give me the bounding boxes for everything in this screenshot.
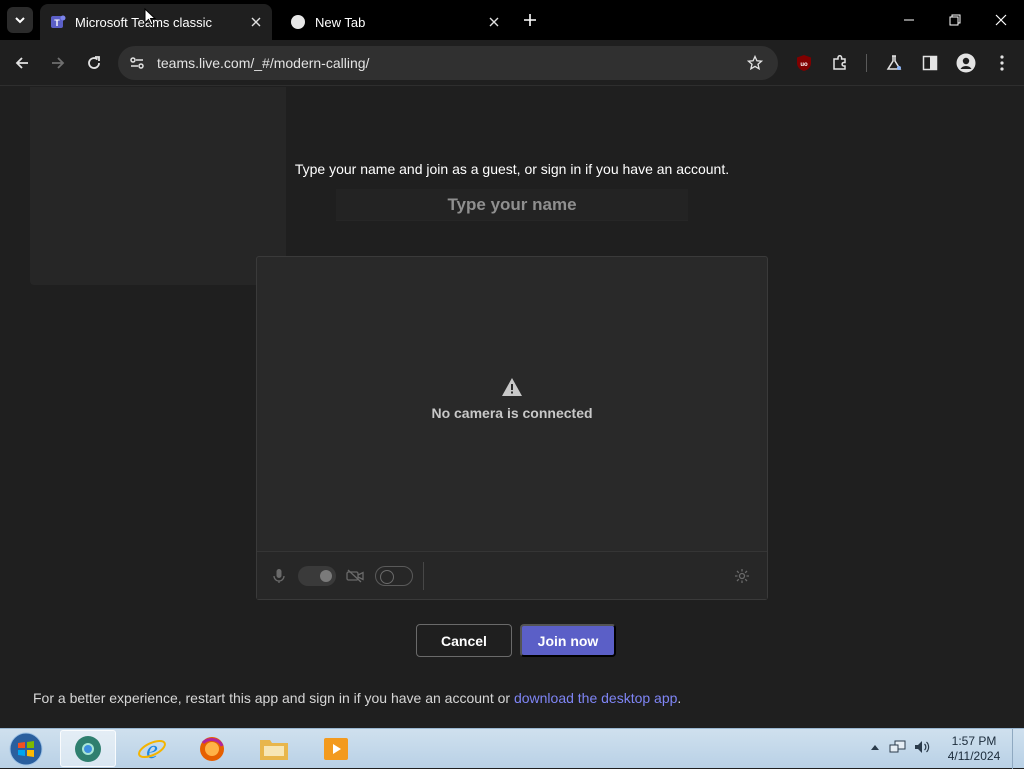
chrome-icon [75,735,101,762]
browser-tab-strip: T Microsoft Teams classic New Tab [0,0,1024,40]
network-icon[interactable] [889,738,907,756]
labs-button[interactable] [880,49,908,77]
tab-title: Microsoft Teams classic [75,14,213,30]
clock-date: 4/11/2024 [947,749,1001,763]
new-tab-button[interactable] [518,8,542,32]
guest-name-input[interactable] [336,189,688,221]
teams-icon: T [51,15,66,28]
video-preview: No camera is connected [256,256,768,600]
ublock-icon: uo [797,55,811,71]
svg-text:T: T [54,18,60,28]
close-tab-icon[interactable] [246,12,266,32]
restore-icon [949,14,961,26]
toolbar-divider [866,54,867,72]
close-window-button[interactable] [978,0,1024,40]
close-icon [995,14,1007,26]
profile-button[interactable] [952,49,980,77]
flask-icon [886,55,902,70]
plus-icon [524,14,536,26]
taskbar-firefox[interactable] [184,730,240,767]
browser-toolbar: teams.live.com/_#/modern-calling/ uo [0,40,1024,86]
device-controls [257,551,767,599]
taskbar-file-explorer[interactable] [246,730,302,767]
menu-button[interactable] [988,49,1016,77]
side-panel-icon [922,55,938,71]
address-bar[interactable]: teams.live.com/_#/modern-calling/ [118,46,778,80]
join-now-button[interactable]: Join now [520,624,616,657]
fading-popup [30,87,286,285]
no-camera-text: No camera is connected [431,405,593,421]
forward-button[interactable] [44,49,72,77]
taskbar-clock[interactable]: 1:57 PM 4/11/2024 [942,734,1006,764]
footer-text: For a better experience, restart this ap… [33,690,514,706]
microphone-toggle[interactable] [298,566,336,586]
ublock-extension-button[interactable]: uo [790,49,818,77]
reload-button[interactable] [80,49,108,77]
taskbar-chrome-app[interactable] [60,730,116,767]
taskbar-media-player[interactable] [308,730,364,767]
controls-divider [423,562,424,590]
avatar-icon [956,53,976,73]
warning-icon [502,378,522,396]
kebab-menu-icon [1000,55,1004,71]
download-desktop-app-link[interactable]: download the desktop app [514,690,677,706]
microphone-icon [270,567,288,585]
extensions-button[interactable] [826,49,854,77]
arrow-right-icon [52,57,65,69]
camera-toggle[interactable] [375,566,413,586]
svg-text:uo: uo [800,62,808,68]
footer-note: For a better experience, restart this ap… [33,690,681,706]
mouse-cursor-icon [144,8,156,26]
arrow-left-icon [15,57,28,69]
tab-title: New Tab [315,14,366,30]
tab-teams[interactable]: T Microsoft Teams classic [40,4,272,40]
tab-search-button[interactable] [7,7,33,33]
chevron-down-icon [15,17,25,24]
folder-icon [260,739,288,760]
puzzle-icon [833,54,846,70]
clock-time: 1:57 PM [951,734,997,748]
intro-text: Type your name and join as a guest, or s… [294,161,730,177]
minimize-icon [904,19,914,21]
site-info-icon[interactable] [126,52,148,74]
media-player-icon [324,737,348,760]
windows-start-icon [9,732,43,766]
chrome-newtab-icon [291,15,305,29]
close-tab-icon[interactable] [484,12,504,32]
camera-off-icon [346,567,364,585]
start-button[interactable] [6,731,46,767]
footer-end: . [677,690,682,706]
internet-explorer-icon: e [138,735,166,764]
minimize-button[interactable] [886,0,932,40]
camera-warning: No camera is connected [257,377,767,421]
svg-text:e: e [146,735,158,764]
url-text: teams.live.com/_#/modern-calling/ [157,55,370,71]
tab-new-tab[interactable]: New Tab [280,4,510,40]
teams-prejoin-page: Type your name and join as a guest, or s… [0,87,1024,728]
show-hidden-icons[interactable] [866,738,884,756]
restore-button[interactable] [932,0,978,40]
firefox-icon [200,736,224,761]
back-button[interactable] [8,49,36,77]
device-settings-icon[interactable] [733,567,751,585]
volume-icon[interactable] [913,738,931,756]
taskbar-internet-explorer[interactable]: e [124,730,180,767]
windows-taskbar: e 1:57 PM 4/11/2024 [0,728,1024,769]
show-desktop-button[interactable] [1012,729,1024,769]
bookmark-star-icon[interactable] [744,52,766,74]
reload-icon [88,56,100,69]
cancel-button[interactable]: Cancel [416,624,512,657]
side-panel-button[interactable] [916,49,944,77]
